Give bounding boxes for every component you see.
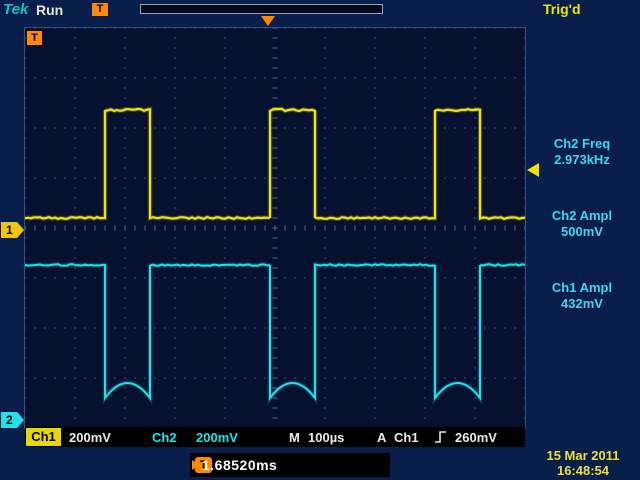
trigger-point-t-icon: T [27,31,42,45]
graticule [25,28,525,428]
readout-ch2-ampl: Ch2 Ampl 500mV [526,208,638,240]
delay-arrow-icon [192,460,200,470]
waveform-canvas [25,28,525,428]
trigger-system-label: A [377,430,386,445]
delay-value: 1.68520ms [202,457,277,473]
acquisition-status: Run [36,2,63,18]
oscilloscope-display: Tek Run T Trig'd T 1 2 Ch2 Freq 2.973kHz… [0,0,640,480]
center-axis-ticks [25,28,525,428]
ch1-position-marker: 1 [1,222,24,238]
ch1-scale: 200mV [69,430,111,445]
readout-ch2-freq: Ch2 Freq 2.973kHz [526,136,638,168]
delay-readout: T 1.68520ms [190,453,390,477]
time-text: 16:48:54 [528,463,638,478]
readout-value: 432mV [526,296,638,312]
readout-value: 500mV [526,224,638,240]
trigger-source: Ch1 [394,430,419,445]
record-view-bar [140,4,383,14]
readout-label: Ch2 Freq [526,136,638,152]
trigger-level-value: 260mV [455,430,497,445]
ch1-badge: Ch1 [26,428,61,446]
ch2-scale: 200mV [196,430,238,445]
ch2-label: Ch2 [152,430,177,445]
timebase-label: M [289,430,300,445]
readout-label: Ch1 Ampl [526,280,638,296]
readout-label: Ch2 Ampl [526,208,638,224]
ch1-trace-glow [25,109,525,219]
date-text: 15 Mar 2011 [528,448,638,463]
readout-value: 2.973kHz [526,152,638,168]
ch1-trace [25,109,525,219]
bottom-status-bar: Ch1 200mV Ch2 200mV M 100µs A Ch1 260mV [25,427,525,447]
timebase-value: 100µs [308,430,344,445]
rising-edge-icon [434,430,447,444]
readout-ch1-ampl: Ch1 Ampl 432mV [526,280,638,312]
date-time: 15 Mar 2011 16:48:54 [528,448,638,478]
ch2-position-marker: 2 [1,412,24,428]
tek-logo: Tek [3,1,28,18]
trigger-position-t-icon: T [92,3,108,16]
trigger-position-arrow-icon [261,16,275,26]
trigger-status: Trig'd [543,1,581,17]
